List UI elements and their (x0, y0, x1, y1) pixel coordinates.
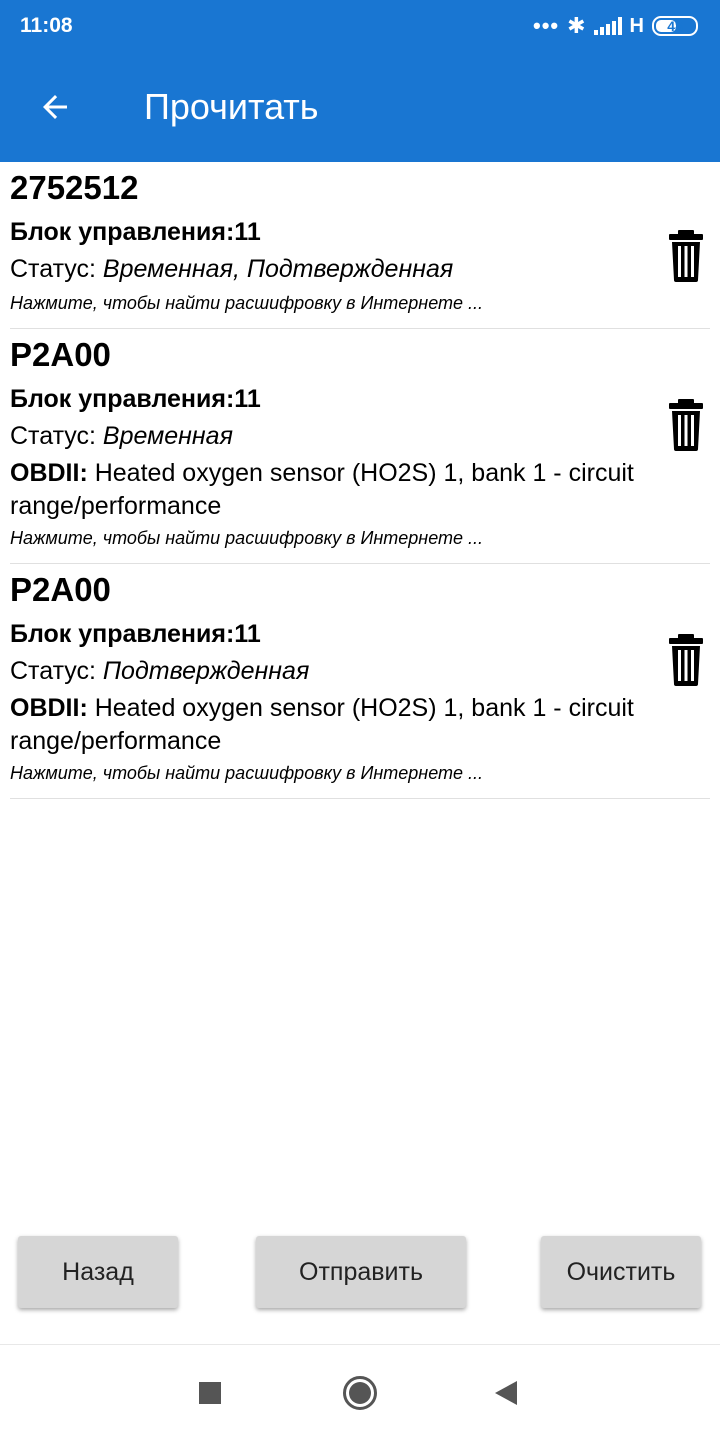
error-code: 2752512 (10, 169, 139, 206)
status-value: Временная, Подтвержденная (102, 255, 454, 283)
status-line: Статус: Временная (10, 417, 710, 455)
trash-icon[interactable] (668, 399, 704, 451)
back-nav-button[interactable] (486, 1375, 526, 1411)
status-line: Статус: Подтвержденная (10, 652, 710, 690)
bluetooth-icon: ✱ (567, 13, 586, 38)
status-line: Статус: Временная, Подтвержденная (10, 250, 710, 288)
obd-text: Heated oxygen sensor (HO2S) 1, bank 1 - … (10, 694, 634, 755)
list-item[interactable]: P2A00 Блок управления:11 Статус: Временн… (10, 329, 710, 564)
search-hint-link[interactable]: Нажмите, чтобы найти расшифровку в Интер… (10, 758, 710, 788)
signal-icon (593, 17, 622, 35)
home-button[interactable] (340, 1375, 380, 1411)
control-unit-label: Блок управления:11 (10, 620, 261, 648)
system-nav-bar (0, 1344, 720, 1440)
status-value: Временная (102, 422, 233, 450)
home-circle-icon (343, 1376, 377, 1410)
obd-text: Heated oxygen sensor (HO2S) 1, bank 1 - … (10, 459, 634, 520)
obd-prefix: OBDII: (10, 459, 88, 487)
obd-prefix: OBDII: (10, 694, 88, 722)
arrow-left-icon (43, 95, 67, 119)
obd-description: OBDII: Heated oxygen sensor (HO2S) 1, ba… (10, 692, 710, 758)
status-prefix: Статус: (10, 657, 103, 685)
error-code: P2A00 (10, 336, 111, 373)
back-arrow-button[interactable] (0, 52, 110, 162)
error-code-list: 2752512 Блок управления:11 Статус: Време… (10, 162, 710, 799)
obd-description: OBDII: Heated oxygen sensor (HO2S) 1, ba… (10, 457, 710, 523)
app-bar: Прочитать (0, 52, 720, 162)
status-value: Подтвержденная (102, 657, 310, 685)
more-dots-icon: ••• (533, 13, 560, 38)
send-button[interactable]: Отправить (256, 1236, 466, 1308)
trash-icon[interactable] (668, 230, 704, 282)
status-time: 11:08 (20, 14, 73, 37)
clear-button[interactable]: Очистить (541, 1236, 701, 1308)
square-icon (199, 1382, 221, 1404)
search-hint-link[interactable]: Нажмите, чтобы найти расшифровку в Интер… (10, 523, 710, 553)
trash-icon[interactable] (668, 634, 704, 686)
back-button[interactable]: Назад (18, 1236, 178, 1308)
status-icons: ••• ✱ H 48 (533, 13, 698, 39)
control-unit-label: Блок управления:11 (10, 218, 261, 246)
error-code: P2A00 (10, 571, 111, 608)
status-bar: 11:08 ••• ✱ H 48 (0, 0, 720, 52)
list-item[interactable]: 2752512 Блок управления:11 Статус: Време… (10, 162, 710, 329)
recents-button[interactable] (190, 1375, 230, 1411)
list-item[interactable]: P2A00 Блок управления:11 Статус: Подтвер… (10, 564, 710, 799)
page-title: Прочитать (144, 86, 319, 127)
status-prefix: Статус: (10, 422, 103, 450)
triangle-back-icon (495, 1381, 517, 1405)
control-unit-label: Блок управления:11 (10, 385, 261, 413)
status-prefix: Статус: (10, 255, 103, 283)
network-type: H (629, 14, 644, 37)
battery-icon: 48 (652, 16, 698, 36)
search-hint-link[interactable]: Нажмите, чтобы найти расшифровку в Интер… (10, 288, 710, 318)
battery-level: 48 (667, 18, 683, 34)
